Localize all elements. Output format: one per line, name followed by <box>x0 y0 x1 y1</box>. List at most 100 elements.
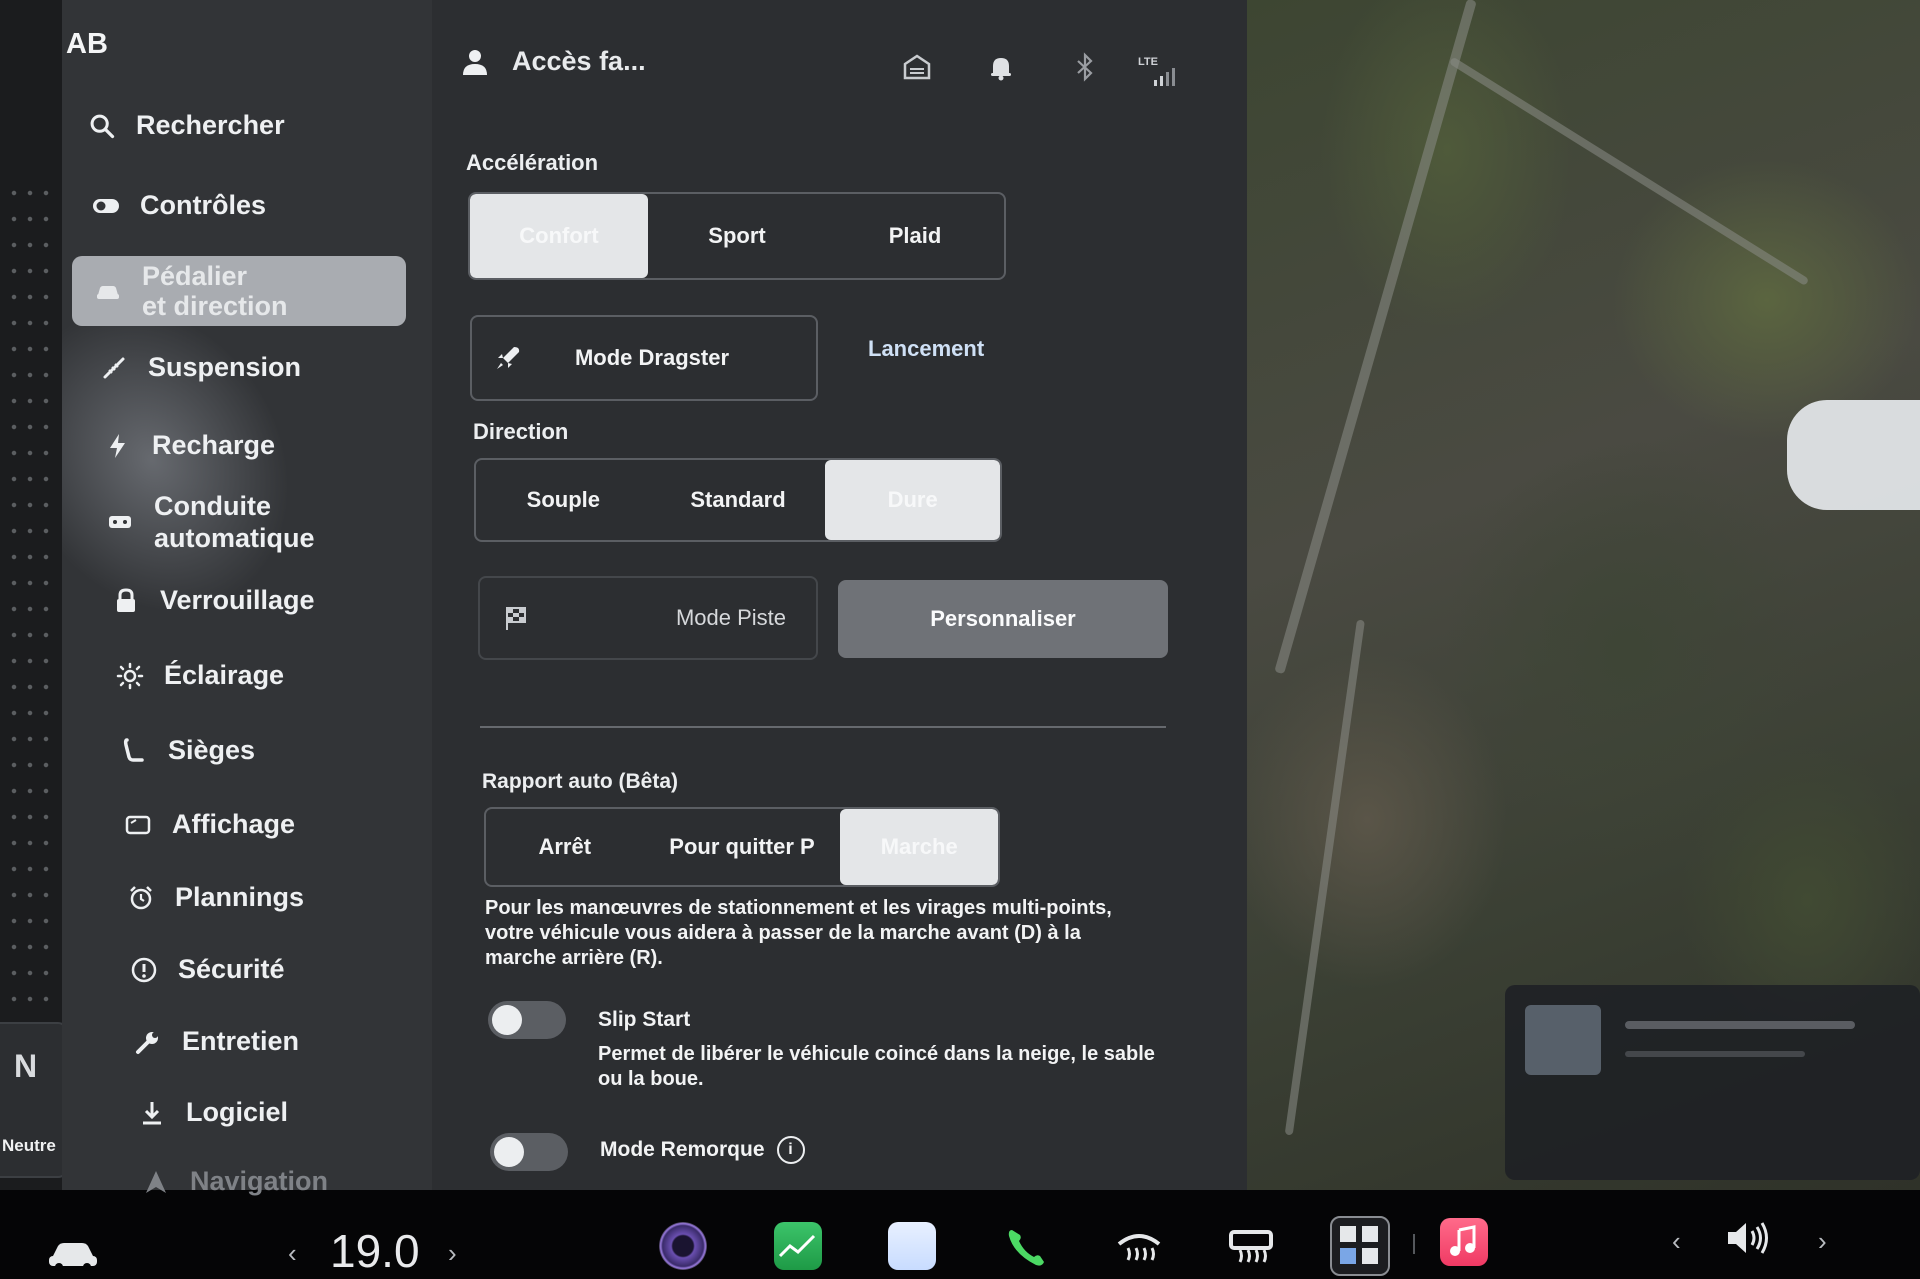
car-icon <box>97 286 119 299</box>
direction-option-souple[interactable]: Souple <box>476 460 651 540</box>
sidebar-item-label: Plannings <box>175 882 305 912</box>
sidebar-item-label: Éclairage <box>164 660 285 690</box>
section-divider <box>480 726 1166 728</box>
seat-icon <box>123 737 144 762</box>
auto-gear-option-marche[interactable]: Marche <box>840 809 998 885</box>
rear-defrost-icon[interactable] <box>1226 1226 1276 1270</box>
sidebar-item-label: Recharge <box>152 430 276 460</box>
sidebar-item-recharge[interactable]: Recharge <box>104 430 275 461</box>
media-title-placeholder <box>1625 1021 1855 1029</box>
gear-label: Neutre <box>2 1136 56 1155</box>
auto-gear-option-pour-quitter-p[interactable]: Pour quitter P <box>644 809 841 885</box>
sidebar-item-label-line2: automatique <box>154 523 315 553</box>
front-defrost-icon[interactable] <box>1114 1226 1164 1270</box>
sidebar-item-rechercher[interactable]: Rechercher <box>88 110 285 141</box>
gear-letter: N <box>14 1048 38 1084</box>
phone-icon[interactable] <box>1002 1224 1050 1272</box>
temp-decrease-button[interactable]: ‹ <box>288 1238 297 1269</box>
sidebar-item-conduite-automatique[interactable]: Conduite automatique <box>106 490 315 554</box>
stocks-app-icon[interactable] <box>774 1222 822 1270</box>
direction-selector: Souple Standard Dure <box>474 458 1002 542</box>
mode-remorque-toggle[interactable] <box>490 1133 568 1171</box>
camera-icon[interactable] <box>659 1222 707 1270</box>
car-icon[interactable] <box>46 1236 100 1272</box>
sidebar-item-verrouillage[interactable]: Verrouillage <box>112 585 315 616</box>
sidebar-item-label: Verrouillage <box>160 585 315 615</box>
sidebar-item-plannings[interactable]: Plannings <box>127 882 304 913</box>
media-progress-bar[interactable] <box>1625 1051 1805 1057</box>
direction-option-standard[interactable]: Standard <box>651 460 826 540</box>
mode-remorque-label: Mode Remorque <box>600 1138 765 1161</box>
apps-grid-icon[interactable] <box>1330 1216 1390 1276</box>
bluetooth-icon[interactable] <box>1070 52 1100 82</box>
slip-start-description: Permet de libérer le véhicule coincé dan… <box>598 1043 1155 1090</box>
sidebar-item-controles[interactable]: Contrôles <box>92 190 266 221</box>
blank-app-icon[interactable] <box>888 1222 936 1270</box>
sidebar-item-label: Suspension <box>148 352 302 382</box>
sidebar-item-securite[interactable]: Sécurité <box>130 954 285 985</box>
direction-option-dure[interactable]: Dure <box>825 460 1000 540</box>
sun-icon <box>116 662 144 689</box>
mode-dragster-button[interactable]: Mode Dragster <box>470 315 818 401</box>
slip-start-toggle[interactable] <box>488 1001 566 1039</box>
temperature-value[interactable]: 19.0 <box>330 1224 420 1278</box>
acceleration-selector: Confort Sport Plaid <box>468 192 1006 280</box>
checkered-flag-icon <box>506 607 526 630</box>
personnaliser-button[interactable]: Personnaliser <box>838 580 1168 658</box>
map-road <box>1284 619 1365 1136</box>
music-app-icon[interactable] <box>1440 1218 1488 1266</box>
map-road <box>1274 0 1477 675</box>
sidebar-item-pedalier-direction[interactable]: Pédalier et direction <box>72 256 406 326</box>
auto-gear-description: Pour les manœuvres de stationnement et l… <box>485 897 1112 969</box>
slip-start-label: Slip Start <box>598 1008 691 1031</box>
alarm-clock-icon <box>130 885 152 909</box>
temp-increase-button[interactable]: › <box>448 1238 457 1269</box>
map-road <box>1448 56 1810 286</box>
toggle-knob <box>494 1137 524 1167</box>
acceleration-option-plaid[interactable]: Plaid <box>826 194 1004 278</box>
media-player-card[interactable] <box>1505 985 1920 1180</box>
sidebar-item-sieges[interactable]: Sièges <box>120 735 255 766</box>
bell-icon[interactable] <box>986 52 1016 82</box>
sidebar-item-label-line2: et direction <box>142 291 288 321</box>
direction-title: Direction <box>473 419 569 444</box>
search-icon <box>90 114 115 138</box>
sidebar-item-logiciel[interactable]: Logiciel <box>138 1097 288 1128</box>
garage-icon[interactable] <box>902 52 932 82</box>
volume-decrease-button[interactable]: ‹ <box>1672 1226 1681 1257</box>
sidebar-item-label: Navigation <box>190 1166 329 1196</box>
user-initials[interactable]: AB <box>66 28 108 61</box>
lancement-link[interactable]: Lancement <box>868 336 984 362</box>
dock-separator <box>1413 1234 1415 1254</box>
sidebar-item-label-line1: Pédalier <box>142 261 248 291</box>
sidebar-item-suspension[interactable]: Suspension <box>100 352 301 383</box>
sidebar-item-entretien[interactable]: Entretien <box>134 1026 299 1057</box>
suspension-icon <box>103 357 125 378</box>
sidebar-item-label: Logiciel <box>186 1097 289 1127</box>
auto-gear-title: Rapport auto (Bêta) <box>482 770 678 793</box>
music-note-icon <box>1450 1225 1476 1256</box>
acceleration-title: Accélération <box>466 150 599 175</box>
auto-gear-option-arret[interactable]: Arrêt <box>486 809 644 885</box>
acceleration-option-sport[interactable]: Sport <box>648 194 826 278</box>
sidebar-item-label: Sièges <box>168 735 256 765</box>
grid-cell <box>1362 1226 1378 1242</box>
sidebar-item-label: Entretien <box>182 1026 300 1056</box>
sidebar-item-eclairage[interactable]: Éclairage <box>116 660 284 691</box>
volume-icon[interactable] <box>1724 1218 1774 1258</box>
bolt-icon <box>110 433 125 458</box>
mode-piste-label: Mode Piste <box>675 605 786 630</box>
info-icon[interactable]: i <box>776 1136 805 1164</box>
lte-signal-icon <box>1154 68 1175 86</box>
volume-increase-button[interactable]: › <box>1818 1226 1827 1257</box>
toggle-icon <box>93 198 119 213</box>
sidebar-item-affichage[interactable]: Affichage <box>124 809 295 840</box>
sidebar-item-navigation[interactable]: Navigation <box>142 1166 328 1197</box>
sidebar-item-label: Affichage <box>172 809 296 839</box>
mode-piste-button[interactable]: Mode Piste <box>478 576 818 660</box>
acceleration-option-confort[interactable]: Confort <box>470 194 648 278</box>
display-icon <box>125 815 151 834</box>
dot-pattern <box>6 180 52 1020</box>
profile-button[interactable]: Accès fa... <box>462 46 646 77</box>
mode-remorque-title: Mode Remorque i <box>600 1136 805 1164</box>
